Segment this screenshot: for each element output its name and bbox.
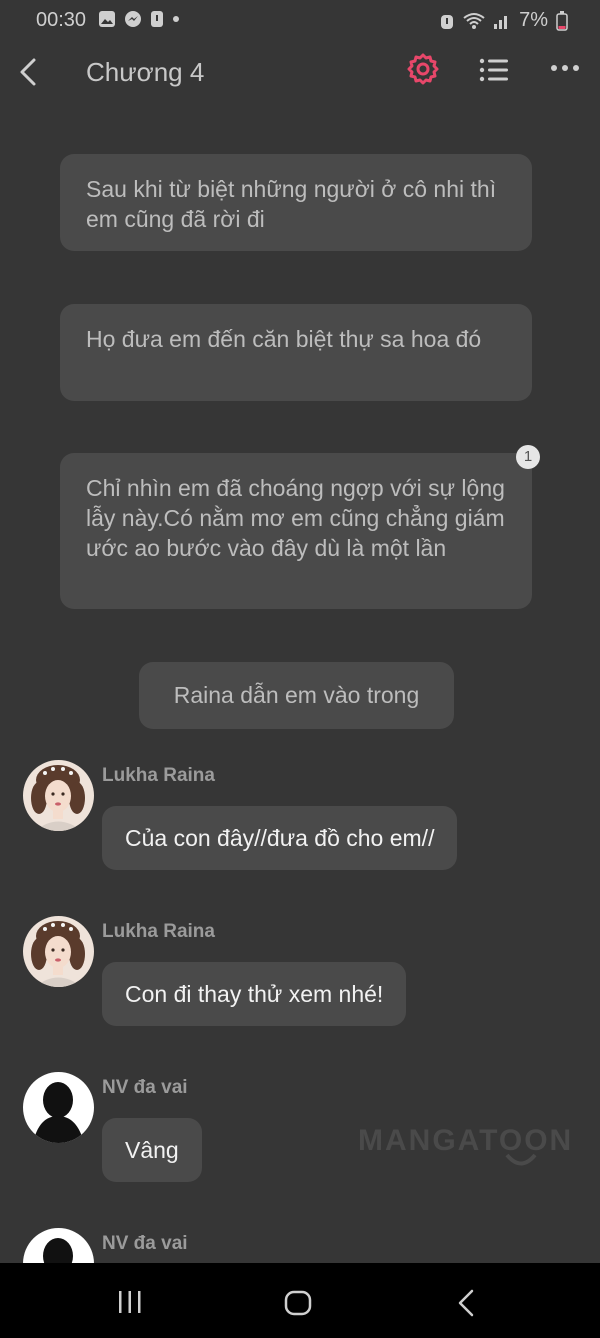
nav-back-icon[interactable] bbox=[454, 1288, 478, 1318]
sender-name: Lukha Raina bbox=[102, 765, 215, 786]
avatar-portrait-icon bbox=[23, 760, 94, 831]
avatar-portrait-icon bbox=[23, 916, 94, 987]
settings-gear-icon[interactable] bbox=[406, 52, 440, 86]
security-icon bbox=[151, 11, 163, 27]
wifi-icon bbox=[463, 12, 485, 29]
chat-bubble[interactable]: Con đi thay thử xem nhé! bbox=[102, 962, 407, 1026]
messenger-icon bbox=[125, 11, 141, 27]
back-arrow-icon[interactable] bbox=[14, 54, 44, 90]
status-right: 7% bbox=[439, 9, 568, 32]
narration-text: Chỉ nhìn em đã choáng ngợp với sự lộng l… bbox=[86, 475, 505, 561]
narration-bubble[interactable]: Sau khi từ biệt những người ở cô nhi thì… bbox=[60, 154, 532, 251]
chat-bubble[interactable]: Của con đây//đưa đồ cho em// bbox=[102, 806, 458, 870]
chapter-list-icon[interactable] bbox=[478, 54, 510, 86]
avatar-lukha-raina[interactable] bbox=[23, 916, 94, 987]
avatar-silhouette-icon bbox=[23, 1072, 94, 1143]
avatar-lukha-raina[interactable] bbox=[23, 760, 94, 831]
comment-count-badge[interactable]: 1 bbox=[516, 445, 540, 469]
signal-icon bbox=[494, 15, 508, 29]
recent-apps-icon[interactable] bbox=[116, 1290, 144, 1314]
chapter-title: Chương 4 bbox=[86, 57, 205, 87]
status-time: 00:30 bbox=[36, 9, 87, 31]
sender-name: NV đa vai bbox=[102, 1233, 188, 1254]
home-icon[interactable] bbox=[284, 1290, 312, 1316]
status-left-icons bbox=[98, 10, 180, 28]
scene-line[interactable]: Raina dẫn em vào trong bbox=[139, 662, 454, 729]
narration-text: Họ đưa em đến căn biệt thự sa hoa đó bbox=[86, 326, 482, 352]
gallery-icon bbox=[99, 11, 115, 27]
narration-bubble[interactable]: Chỉ nhìn em đã choáng ngợp với sự lộng l… bbox=[60, 445, 540, 609]
app-bar: Chương 4 bbox=[0, 40, 600, 104]
avatar-nv-da-vai[interactable] bbox=[23, 1072, 94, 1143]
more-options-icon[interactable] bbox=[548, 58, 582, 78]
alarm-icon bbox=[441, 14, 454, 29]
sender-name: Lukha Raina bbox=[102, 921, 215, 942]
watermark-smile-icon bbox=[505, 1153, 537, 1166]
system-nav-bar bbox=[0, 1263, 600, 1338]
sender-name: NV đa vai bbox=[102, 1077, 188, 1098]
narration-text: Sau khi từ biệt những người ở cô nhi thì… bbox=[86, 176, 497, 232]
battery-percent: 7% bbox=[519, 9, 548, 31]
mangatoon-watermark: MANGATOON bbox=[358, 1124, 574, 1157]
battery-low-icon bbox=[556, 10, 568, 31]
status-bar: 00:30 7% bbox=[0, 0, 600, 40]
narration-bubble[interactable]: Họ đưa em đến căn biệt thự sa hoa đó bbox=[60, 304, 532, 401]
chat-bubble[interactable]: Vâng bbox=[102, 1118, 202, 1182]
dot-icon bbox=[173, 16, 179, 22]
